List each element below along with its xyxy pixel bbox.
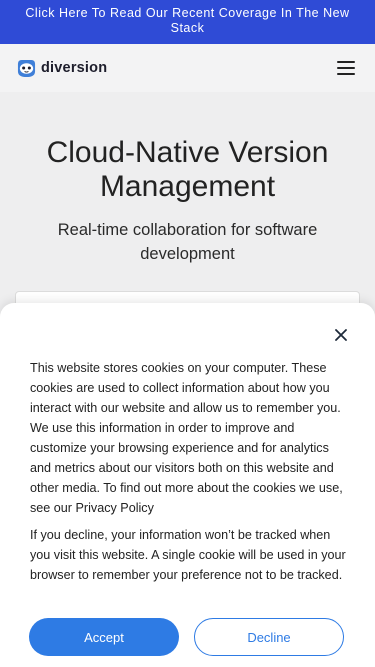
banner-text: Click Here To Read Our Recent Coverage I… (25, 6, 350, 35)
cookie-decline-note: If you decline, your information won’t b… (30, 528, 346, 582)
logo-wordmark: diversion (41, 60, 108, 76)
hero-title: Cloud-Native Version Management (46, 136, 329, 203)
accept-button[interactable]: Accept (29, 618, 179, 656)
hamburger-menu-button[interactable] (337, 61, 355, 75)
cookie-description: This website stores cookies on your comp… (30, 361, 343, 515)
hero-subtitle: Real-time collaboration for software dev… (57, 221, 318, 263)
site-header: diversion (0, 44, 375, 92)
hamburger-icon-line (337, 61, 355, 63)
cookie-consent-panel: This website stores cookies on your comp… (0, 303, 375, 667)
close-icon[interactable] (335, 329, 347, 341)
hamburger-icon-line (337, 73, 355, 75)
hamburger-icon-line (337, 67, 355, 69)
logo-link[interactable]: diversion (16, 59, 107, 78)
decline-button[interactable]: Decline (194, 618, 344, 656)
news-banner-link[interactable]: Click Here To Read Our Recent Coverage I… (0, 0, 375, 44)
sloth-icon (17, 59, 36, 77)
